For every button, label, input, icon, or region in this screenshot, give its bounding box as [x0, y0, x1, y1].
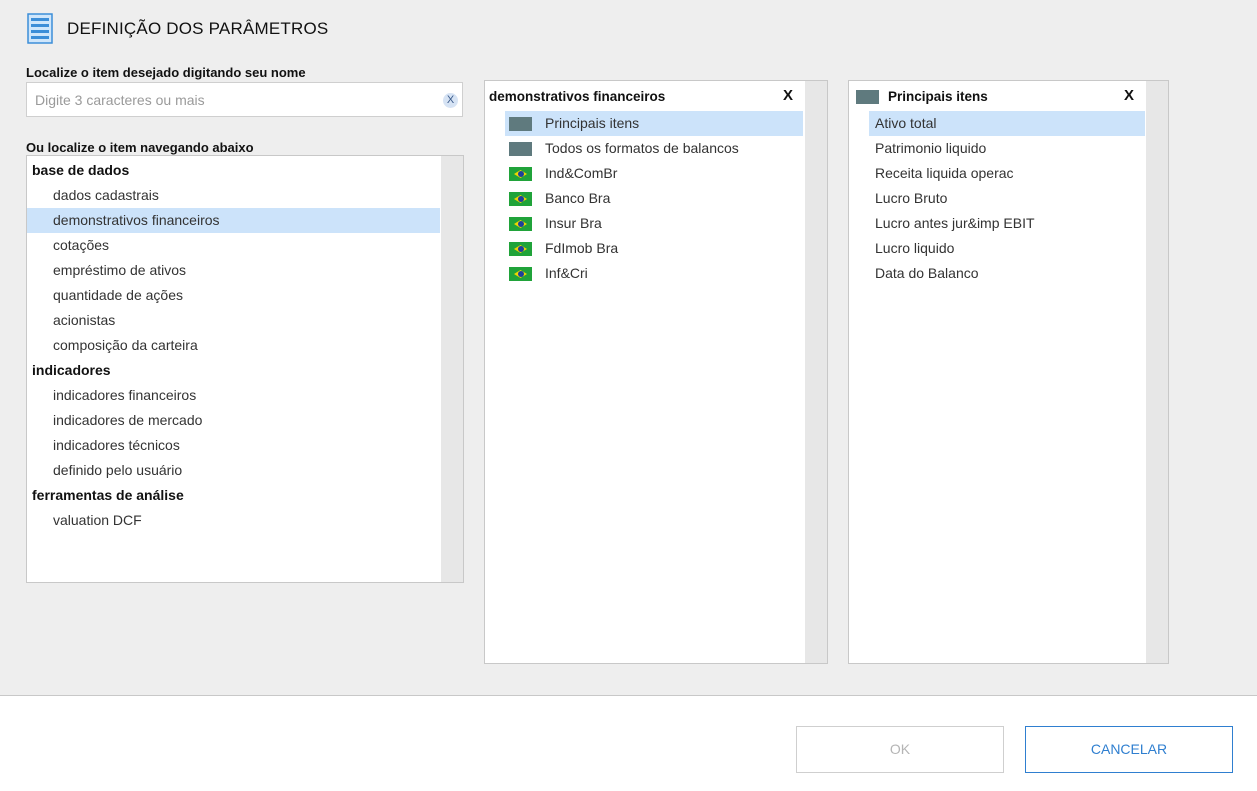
- item-label: Patrimonio liquido: [875, 140, 987, 156]
- tree-section-header: indicadores: [32, 362, 111, 378]
- statement-item-label: Insur Bra: [545, 215, 602, 231]
- items-panel: Principais itens X Ativo total Patrimoni…: [848, 80, 1169, 664]
- tree-item-cotacoes[interactable]: cotações: [27, 233, 440, 258]
- search-input[interactable]: [35, 90, 435, 110]
- statements-panel-title: demonstrativos financeiros: [489, 89, 666, 104]
- statement-item-label: Ind&ComBr: [545, 165, 618, 181]
- gray-square-icon: [509, 117, 532, 131]
- parameters-panel: DEFINIÇÃO DOS PARÂMETROS Localize o item…: [0, 0, 1257, 696]
- tree-item-composicao-da-carteira[interactable]: composição da carteira: [27, 333, 440, 358]
- brazil-flag-icon: [509, 242, 532, 256]
- tree-item-emprestimo-de-ativos[interactable]: empréstimo de ativos: [27, 258, 440, 283]
- items-panel-title: Principais itens: [888, 89, 988, 104]
- item-row[interactable]: Lucro antes jur&imp EBIT: [869, 211, 1145, 236]
- category-tree: base de dados dados cadastrais demonstra…: [26, 155, 464, 583]
- item-label: Receita liquida operac: [875, 165, 1014, 181]
- brazil-flag-icon: [509, 192, 532, 206]
- statements-panel: demonstrativos financeiros X Principais …: [484, 80, 828, 664]
- items-scrollbar[interactable]: [1146, 81, 1168, 663]
- tree-item-indicadores-de-mercado[interactable]: indicadores de mercado: [27, 408, 440, 433]
- statement-item[interactable]: FdImob Bra: [505, 236, 803, 261]
- tree-item-demonstrativos-financeiros[interactable]: demonstrativos financeiros: [27, 208, 440, 233]
- statement-item[interactable]: Principais itens: [505, 111, 803, 136]
- close-icon[interactable]: X: [783, 87, 793, 104]
- search-label: Localize o item desejado digitando seu n…: [26, 65, 306, 80]
- item-row[interactable]: Lucro liquido: [869, 236, 1145, 261]
- brazil-flag-icon: [509, 167, 532, 181]
- ok-button[interactable]: OK: [796, 726, 1004, 773]
- statement-item-label: Todos os formatos de balancos: [545, 140, 739, 156]
- tree-section-header: ferramentas de análise: [32, 487, 184, 503]
- gray-square-icon: [509, 142, 532, 156]
- tree-item-quantidade-de-acoes[interactable]: quantidade de ações: [27, 283, 440, 308]
- browse-label: Ou localize o item navegando abaixo: [26, 140, 254, 155]
- tree-item-valuation-dcf[interactable]: valuation DCF: [27, 508, 440, 533]
- tree-section-header: base de dados: [32, 162, 130, 178]
- item-row[interactable]: Lucro Bruto: [869, 186, 1145, 211]
- statement-item-label: Principais itens: [545, 115, 640, 131]
- list-form-icon: [27, 13, 53, 44]
- page-title: DEFINIÇÃO DOS PARÂMETROS: [67, 19, 329, 38]
- item-row[interactable]: Data do Balanco: [869, 261, 1145, 286]
- gray-square-icon: [856, 90, 879, 104]
- item-label: Lucro antes jur&imp EBIT: [875, 215, 1035, 231]
- statement-item[interactable]: Insur Bra: [505, 211, 803, 236]
- statement-item-label: FdImob Bra: [545, 240, 619, 256]
- statement-item[interactable]: Banco Bra: [505, 186, 803, 211]
- search-box: X: [26, 82, 463, 117]
- tree-item-dados-cadastrais[interactable]: dados cadastrais: [27, 183, 440, 208]
- statements-scrollbar[interactable]: [805, 81, 827, 663]
- statement-item[interactable]: Todos os formatos de balancos: [505, 136, 803, 161]
- tree-item-indicadores-tecnicos[interactable]: indicadores técnicos: [27, 433, 440, 458]
- cancel-button[interactable]: CANCELAR: [1025, 726, 1233, 773]
- tree-item-indicadores-financeiros[interactable]: indicadores financeiros: [27, 383, 440, 408]
- close-icon[interactable]: X: [1124, 87, 1134, 104]
- statement-item[interactable]: Inf&Cri: [505, 261, 803, 286]
- brazil-flag-icon: [509, 217, 532, 231]
- item-row[interactable]: Patrimonio liquido: [869, 136, 1145, 161]
- item-row[interactable]: Receita liquida operac: [869, 161, 1145, 186]
- item-label: Ativo total: [875, 115, 937, 131]
- tree-item-acionistas[interactable]: acionistas: [27, 308, 440, 333]
- statement-item-label: Inf&Cri: [545, 265, 588, 281]
- item-label: Lucro liquido: [875, 240, 955, 256]
- item-label: Data do Balanco: [875, 265, 979, 281]
- statement-item[interactable]: Ind&ComBr: [505, 161, 803, 186]
- statement-item-label: Banco Bra: [545, 190, 611, 206]
- clear-search-icon[interactable]: X: [443, 93, 458, 108]
- item-row[interactable]: Ativo total: [869, 111, 1145, 136]
- item-label: Lucro Bruto: [875, 190, 948, 206]
- brazil-flag-icon: [509, 267, 532, 281]
- tree-item-definido-pelo-usuario[interactable]: definido pelo usuário: [27, 458, 440, 483]
